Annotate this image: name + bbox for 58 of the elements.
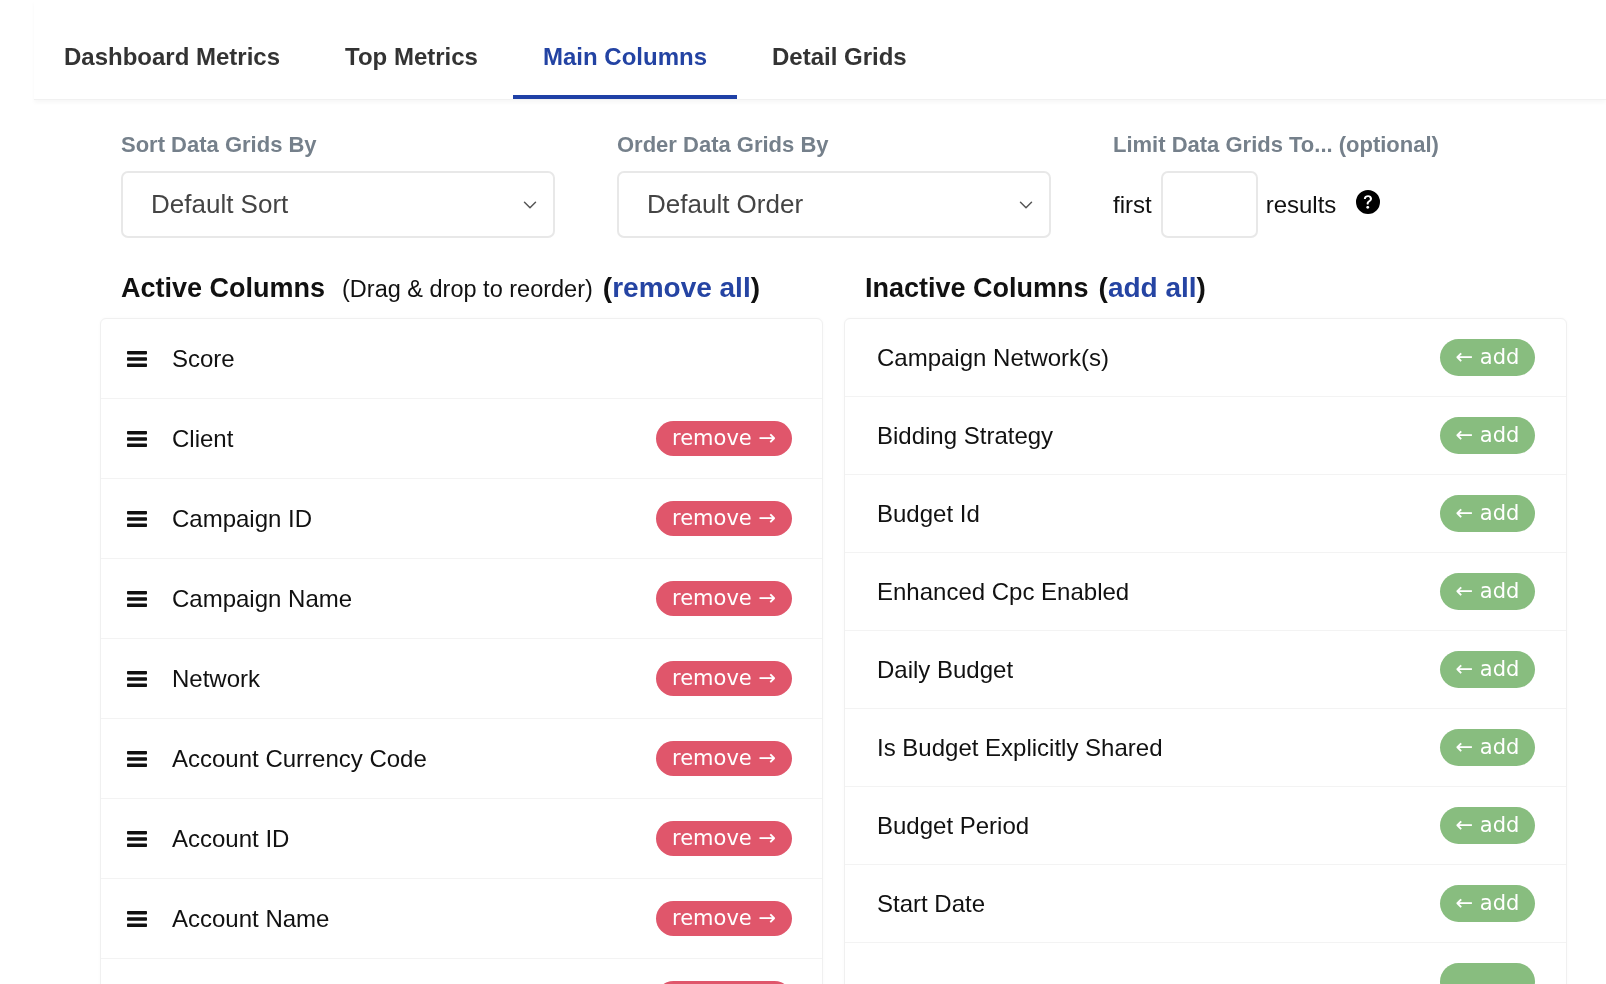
- drag-handle-icon[interactable]: [127, 750, 147, 767]
- section-title: Active Columns: [121, 272, 326, 305]
- dropdown-select[interactable]: Default Order: [617, 171, 1051, 238]
- column-name: Enhanced Cpc Enabled: [877, 577, 1130, 606]
- add-button[interactable]: ← add: [1440, 885, 1535, 922]
- drag-handle-icon[interactable]: [127, 670, 147, 687]
- column-name: Budget Id: [877, 499, 980, 528]
- remove-button[interactable]: remove →: [656, 581, 792, 616]
- hint-text: (Drag & drop to reorder): [342, 276, 593, 303]
- add-all-label: (add all): [1098, 272, 1206, 304]
- drag-handle-icon[interactable]: [127, 830, 147, 847]
- column-name: Bidding Strategy: [877, 421, 1054, 450]
- column-name: Account Currency Code: [172, 744, 427, 773]
- column-name: Is Budget Explicitly Shared: [877, 733, 1163, 762]
- column-name: Campaign Network(s): [877, 343, 1110, 372]
- column-name: Budget Period: [877, 811, 1030, 840]
- column-name: Account Name: [172, 904, 330, 933]
- column-name: Network: [172, 664, 261, 693]
- add-button[interactable]: ← add: [1440, 339, 1535, 376]
- add-button[interactable]: ← add: [1440, 573, 1535, 610]
- dropdown-select[interactable]: Default Sort: [121, 171, 555, 238]
- remove-button[interactable]: remove →: [656, 661, 792, 696]
- drag-handle-icon[interactable]: [127, 590, 147, 607]
- field-label: Sort Data Grids By: [121, 132, 318, 158]
- add-button[interactable]: ← add: [1440, 807, 1535, 844]
- tab[interactable]: Main Columns: [512, 0, 737, 99]
- remove-all-link[interactable]: remove all: [612, 272, 751, 303]
- field-label: Limit Data Grids To... (optional): [1113, 132, 1439, 158]
- remove-button[interactable]: remove →: [656, 821, 792, 856]
- column-name: Campaign Name: [172, 584, 353, 613]
- suffix-text: results: [1265, 190, 1337, 219]
- drag-handle-icon[interactable]: [127, 350, 147, 367]
- prefix-text: first: [1113, 190, 1152, 219]
- drag-handle-icon[interactable]: [127, 910, 147, 927]
- column-name: Daily Budget: [877, 655, 1014, 684]
- remove-button[interactable]: remove →: [656, 421, 792, 456]
- column-name: Account ID: [172, 824, 290, 853]
- remove-button[interactable]: remove →: [656, 501, 792, 536]
- add-button[interactable]: ← add: [1440, 417, 1535, 454]
- tab[interactable]: Dashboard Metrics: [34, 0, 311, 99]
- add-all-link[interactable]: add all: [1107, 272, 1197, 303]
- remove-button[interactable]: remove →: [656, 741, 792, 776]
- help-icon[interactable]: [1356, 189, 1381, 214]
- column-name: Score: [172, 344, 235, 373]
- remove-button[interactable]: remove →: [656, 901, 792, 936]
- add-button[interactable]: ← add: [1440, 651, 1535, 688]
- add-button[interactable]: ← add: [1440, 729, 1535, 766]
- drag-handle-icon[interactable]: [127, 510, 147, 527]
- column-name: Start Date: [877, 889, 986, 918]
- add-button[interactable]: ← add: [1440, 495, 1535, 532]
- remove-all-label: (remove all): [602, 272, 760, 304]
- tab[interactable]: Top Metrics: [315, 0, 508, 99]
- column-name: Client: [172, 424, 234, 453]
- section-title: Inactive Columns: [865, 272, 1089, 305]
- field-label: Order Data Grids By: [617, 132, 830, 158]
- tab[interactable]: Detail Grids: [742, 0, 937, 99]
- drag-handle-icon[interactable]: [127, 430, 147, 447]
- column-name: Campaign ID: [172, 504, 313, 533]
